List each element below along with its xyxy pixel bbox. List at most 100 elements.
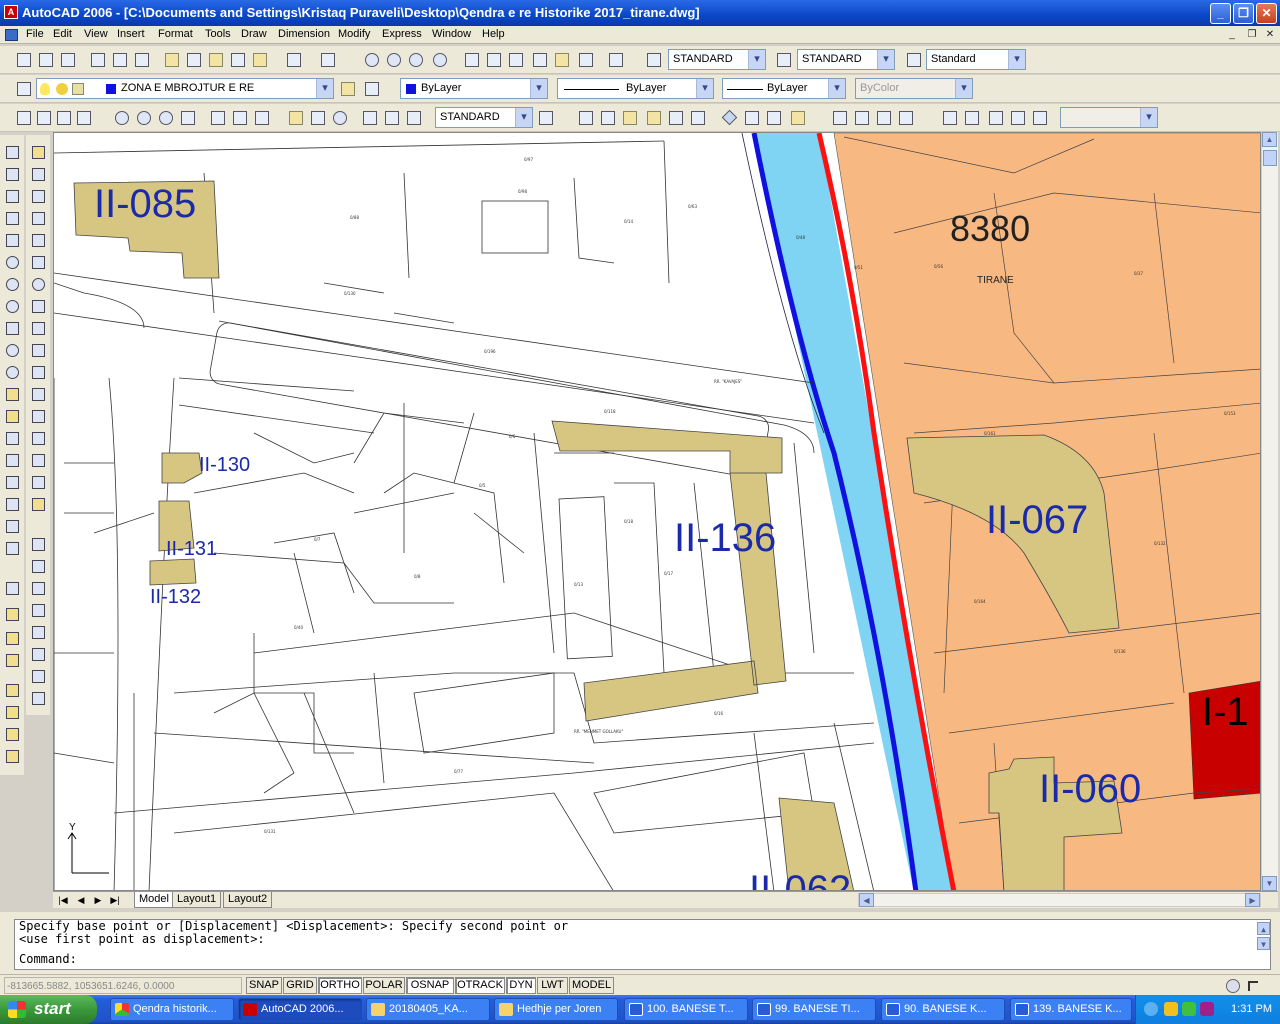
- scroll-left-icon[interactable]: ◀: [859, 893, 874, 907]
- hatch-icon[interactable]: [3, 451, 21, 469]
- join-icon[interactable]: [29, 429, 47, 447]
- style-tool-3-icon[interactable]: [3, 629, 21, 647]
- restore-button[interactable]: ❐: [1233, 3, 1254, 24]
- doc-close-icon[interactable]: ✕: [1262, 28, 1278, 42]
- otrack-toggle[interactable]: OTRACK: [455, 977, 505, 994]
- taskbar-item-word-1[interactable]: 100. BANESE T...: [624, 998, 748, 1021]
- viewport-2-icon[interactable]: [962, 108, 980, 126]
- style-tool-2-icon[interactable]: [3, 605, 21, 623]
- arc-length-icon[interactable]: [54, 108, 72, 126]
- dim-style-select-2[interactable]: STANDARD: [435, 107, 533, 128]
- viewport-clip-icon[interactable]: [1030, 108, 1048, 126]
- mirror-icon[interactable]: [29, 187, 47, 205]
- layer-tool-1-icon[interactable]: [576, 108, 594, 126]
- line-icon[interactable]: [3, 143, 21, 161]
- zoom-window-icon[interactable]: [406, 50, 424, 68]
- chamfer-icon[interactable]: [29, 451, 47, 469]
- coordinate-readout[interactable]: -813665.5882, 1053651.6246, 0.0000: [4, 977, 242, 994]
- center-mark-icon[interactable]: [330, 108, 348, 126]
- table-icon[interactable]: [3, 517, 21, 535]
- multiline-text-icon[interactable]: [3, 539, 21, 557]
- menu-modify[interactable]: Modify: [338, 28, 370, 40]
- diameter-dim-icon[interactable]: [156, 108, 174, 126]
- vertical-scroll-thumb[interactable]: [1263, 150, 1277, 166]
- tab-layout1[interactable]: Layout1: [172, 892, 222, 908]
- scroll-up-icon[interactable]: ▲: [1262, 132, 1277, 147]
- layer-tool-6-icon[interactable]: [688, 108, 706, 126]
- network-icon[interactable]: [1182, 1002, 1196, 1016]
- ordinate-dim-icon[interactable]: [74, 108, 92, 126]
- security-shield-icon[interactable]: [1164, 1002, 1178, 1016]
- taskbar-item-chrome[interactable]: Qendra historik...: [110, 998, 234, 1021]
- tray-expand-icon[interactable]: [1144, 1002, 1158, 1016]
- array-icon[interactable]: [29, 231, 47, 249]
- zoom-realtime-icon[interactable]: [384, 50, 402, 68]
- draworder-back-icon[interactable]: [852, 108, 870, 126]
- window-titlebar[interactable]: A AutoCAD 2006 - [C:\Documents and Setti…: [0, 0, 1280, 26]
- first-tab-icon[interactable]: |◀: [56, 894, 70, 907]
- viewport-1-icon[interactable]: [940, 108, 958, 126]
- spline-icon[interactable]: [3, 319, 21, 337]
- new-icon[interactable]: [14, 50, 32, 68]
- menu-draw[interactable]: Draw: [241, 28, 267, 40]
- circle-icon[interactable]: [3, 275, 21, 293]
- paste-icon[interactable]: [206, 50, 224, 68]
- copy-object-icon[interactable]: [29, 165, 47, 183]
- grid-toggle[interactable]: GRID: [283, 977, 317, 994]
- stretch-icon[interactable]: [29, 319, 47, 337]
- plotstyle-select[interactable]: ByColor: [855, 78, 973, 99]
- help-icon[interactable]: [606, 50, 624, 68]
- taskbar-item-word-3[interactable]: 90. BANESE K...: [881, 998, 1005, 1021]
- menu-window[interactable]: Window: [432, 28, 471, 40]
- doc-minimize-icon[interactable]: _: [1224, 28, 1240, 42]
- layer-lock-icon[interactable]: [72, 83, 84, 95]
- construction-line-icon[interactable]: [3, 165, 21, 183]
- start-button[interactable]: start: [0, 995, 97, 1024]
- prev-tab-icon[interactable]: ◀: [74, 894, 88, 907]
- sheet-set-icon[interactable]: [530, 50, 548, 68]
- match-properties-icon[interactable]: [228, 50, 246, 68]
- text-style-select[interactable]: STANDARD: [668, 49, 766, 70]
- table-style-icon[interactable]: [904, 50, 922, 68]
- dim-style-icon[interactable]: [774, 50, 792, 68]
- document-icon[interactable]: [5, 29, 18, 41]
- style-tool-6-icon[interactable]: [3, 703, 21, 721]
- copy-icon[interactable]: [184, 50, 202, 68]
- tolerance-icon[interactable]: [308, 108, 326, 126]
- rotate-icon[interactable]: [29, 275, 47, 293]
- command-window[interactable]: Specify base point or [Displacement] <Di…: [14, 919, 1271, 970]
- style-tool-7-icon[interactable]: [3, 725, 21, 743]
- print-preview-icon[interactable]: [110, 50, 128, 68]
- taskbar-item-folder-1[interactable]: 20180405_KA...: [366, 998, 490, 1021]
- layer-unlock-icon[interactable]: [788, 108, 806, 126]
- ellipse-arc-icon[interactable]: [3, 363, 21, 381]
- erase-icon[interactable]: [29, 143, 47, 161]
- viewport-4-icon[interactable]: [1008, 108, 1026, 126]
- continue-dim-icon[interactable]: [252, 108, 270, 126]
- open-icon[interactable]: [36, 50, 54, 68]
- layer-tool-3-icon[interactable]: [620, 108, 638, 126]
- dyn-toggle[interactable]: DYN: [506, 977, 536, 994]
- text-style-icon[interactable]: [644, 50, 662, 68]
- save-icon[interactable]: [58, 50, 76, 68]
- break-point-icon[interactable]: [29, 385, 47, 403]
- system-clock[interactable]: 1:31 PM: [1231, 995, 1272, 1024]
- quick-leader-icon[interactable]: [286, 108, 304, 126]
- revision-cloud-icon[interactable]: [3, 297, 21, 315]
- break-icon[interactable]: [29, 407, 47, 425]
- extend-icon[interactable]: [29, 363, 47, 381]
- radius-dim-icon[interactable]: [112, 108, 130, 126]
- angular-dim-icon[interactable]: [178, 108, 196, 126]
- table-style-select[interactable]: Standard: [926, 49, 1026, 70]
- cmd-scroll-up-icon[interactable]: ▲: [1257, 922, 1270, 935]
- draworder-above-icon[interactable]: [874, 108, 892, 126]
- make-block-icon[interactable]: [3, 407, 21, 425]
- text-tool-5-icon[interactable]: [29, 623, 47, 641]
- pan-icon[interactable]: [362, 50, 380, 68]
- text-tool-3-icon[interactable]: [29, 579, 47, 597]
- tab-layout2[interactable]: Layout2: [223, 892, 273, 908]
- gradient-icon[interactable]: [3, 473, 21, 491]
- model-toggle[interactable]: MODEL: [569, 977, 614, 994]
- menu-express[interactable]: Express: [382, 28, 422, 40]
- text-tool-7-icon[interactable]: [29, 667, 47, 685]
